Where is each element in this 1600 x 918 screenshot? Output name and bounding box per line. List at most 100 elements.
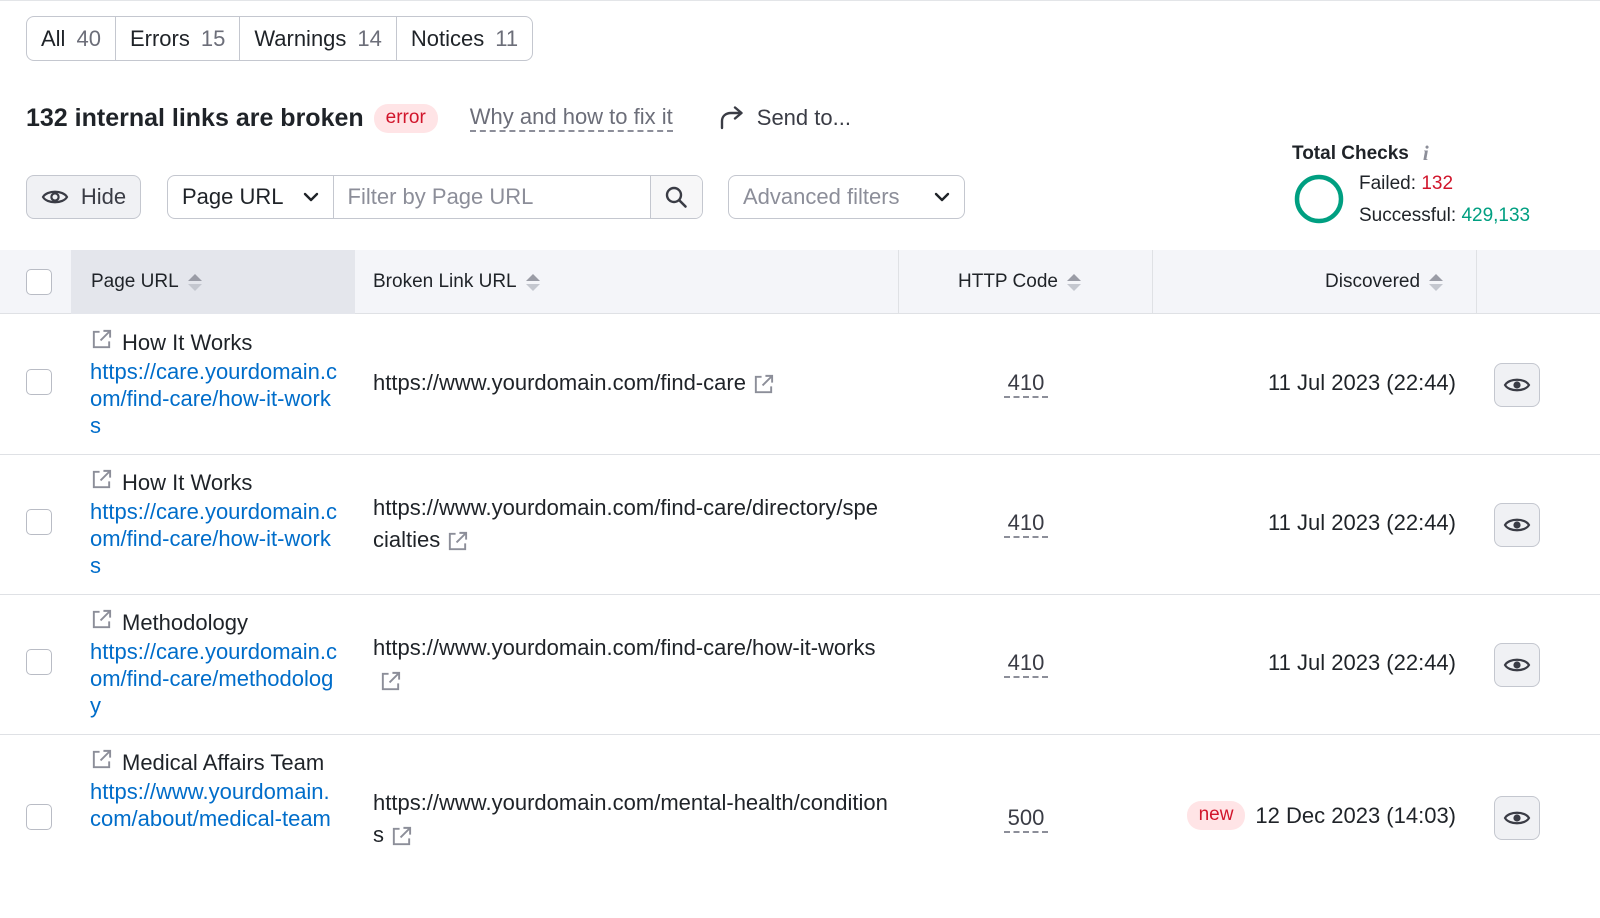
external-link-icon[interactable] xyxy=(90,748,113,771)
tab-all[interactable]: All 40 xyxy=(27,17,116,60)
sort-icon xyxy=(187,273,202,291)
successful-value[interactable]: 429,133 xyxy=(1461,205,1530,226)
tab-errors[interactable]: Errors 15 xyxy=(116,17,241,60)
issue-title: 132 internal links are broken xyxy=(26,103,364,132)
http-code[interactable]: 410 xyxy=(1004,370,1048,398)
broken-link-cell: https://www.yourdomain.com/find-care/dir… xyxy=(373,492,888,556)
discovered-cell: new 12 Dec 2023 (14:03) xyxy=(1186,801,1456,830)
page-url-filter: Page URL xyxy=(167,175,703,219)
chevron-down-icon xyxy=(934,192,950,202)
search-button[interactable] xyxy=(649,176,702,218)
failed-value[interactable]: 132 xyxy=(1421,173,1453,194)
top-divider xyxy=(0,0,1600,1)
page-url-link[interactable]: https://care.yourdomain.com/find-care/me… xyxy=(90,638,340,719)
sort-icon xyxy=(525,273,540,291)
tab-label: Warnings xyxy=(254,25,347,51)
new-badge: new xyxy=(1186,801,1246,830)
broken-link-url: https://www.yourdomain.com/mental-health… xyxy=(373,790,888,847)
page-title: How It Works xyxy=(90,327,340,358)
tab-label: All xyxy=(41,25,66,51)
http-code[interactable]: 500 xyxy=(1004,805,1048,833)
column-select-value: Page URL xyxy=(182,184,284,209)
page-url-link[interactable]: https://www.yourdomain.com/about/medical… xyxy=(90,778,340,832)
broken-link-cell: https://www.yourdomain.com/find-care/how… xyxy=(373,632,888,696)
broken-link-url: https://www.yourdomain.com/find-care/how… xyxy=(373,635,876,660)
eye-icon xyxy=(1503,518,1531,532)
search-icon xyxy=(666,186,688,208)
page-title: Medical Affairs Team xyxy=(90,747,340,778)
external-link-icon[interactable] xyxy=(379,670,402,693)
view-details-button[interactable] xyxy=(1494,796,1540,840)
external-link-icon[interactable] xyxy=(752,373,775,396)
discovered-date: 11 Jul 2023 (22:44) xyxy=(1268,650,1456,675)
send-to-label: Send to... xyxy=(756,105,851,130)
broken-link-cell: https://www.yourdomain.com/find-care xyxy=(373,367,888,399)
chevron-down-icon xyxy=(303,192,318,202)
select-all-checkbox[interactable] xyxy=(26,269,52,295)
external-link-icon[interactable] xyxy=(446,530,469,553)
hide-label: Hide xyxy=(80,184,127,209)
advanced-filters-dropdown[interactable]: Advanced filters xyxy=(728,175,965,219)
page-url-cell: How It Works https://care.yourdomain.com… xyxy=(90,467,340,579)
column-header-discovered[interactable]: Discovered xyxy=(1325,250,1444,314)
successful-label: Successful: xyxy=(1359,205,1457,226)
search-input[interactable] xyxy=(333,176,650,218)
column-title: Broken Link URL xyxy=(373,271,517,292)
broken-link-cell: https://www.yourdomain.com/mental-health… xyxy=(373,787,888,851)
external-link-icon[interactable] xyxy=(90,608,113,631)
column-header-page-url[interactable]: Page URL xyxy=(71,250,355,314)
table-header: Page URL Broken Link URL HTTP Code Disco… xyxy=(0,250,1600,314)
tab-count: 14 xyxy=(357,25,382,51)
page-title: Methodology xyxy=(90,607,340,638)
issue-header: 132 internal links are broken error Why … xyxy=(26,100,851,136)
eye-icon xyxy=(1503,378,1531,392)
hide-button[interactable]: Hide xyxy=(26,175,141,219)
page-url-cell: Methodology https://care.yourdomain.com/… xyxy=(90,607,340,719)
failed-label: Failed: xyxy=(1359,173,1417,194)
info-icon[interactable]: i xyxy=(1423,141,1429,166)
external-link-icon[interactable] xyxy=(90,328,113,351)
table-row: Medical Affairs Team https://www.yourdom… xyxy=(0,735,1600,918)
select-all-cell xyxy=(26,250,52,314)
tab-count: 40 xyxy=(76,25,101,51)
row-checkbox[interactable] xyxy=(26,804,52,830)
discovered-cell: 11 Jul 2023 (22:44) xyxy=(1268,650,1456,676)
external-link-icon[interactable] xyxy=(390,825,413,848)
discovered-date: 11 Jul 2023 (22:44) xyxy=(1268,510,1456,535)
column-title: HTTP Code xyxy=(958,271,1058,292)
sort-icon xyxy=(1429,273,1444,291)
column-header-broken-link-url[interactable]: Broken Link URL xyxy=(373,250,540,314)
why-fix-link[interactable]: Why and how to fix it xyxy=(469,104,673,132)
page-url-link[interactable]: https://care.yourdomain.com/find-care/ho… xyxy=(90,498,340,579)
error-badge: error xyxy=(373,103,438,133)
send-to-button[interactable]: Send to... xyxy=(719,105,851,131)
column-title: Discovered xyxy=(1325,271,1421,292)
tab-count: 15 xyxy=(200,25,226,51)
http-code[interactable]: 410 xyxy=(1004,510,1048,538)
discovered-date: 11 Jul 2023 (22:44) xyxy=(1268,370,1456,395)
tab-label: Notices xyxy=(410,25,485,51)
page-url-cell: How It Works https://care.yourdomain.com… xyxy=(90,327,340,439)
discovered-date: 12 Dec 2023 (14:03) xyxy=(1255,802,1456,828)
total-checks-label: Total Checks xyxy=(1292,142,1409,164)
view-details-button[interactable] xyxy=(1494,643,1540,687)
column-header-http-code[interactable]: HTTP Code xyxy=(958,250,1081,314)
tab-label: Errors xyxy=(129,25,190,51)
row-checkbox[interactable] xyxy=(26,649,52,675)
sort-icon xyxy=(1066,273,1081,291)
row-checkbox[interactable] xyxy=(26,509,52,535)
page-title-text: How It Works xyxy=(122,330,253,355)
page-title-text: Methodology xyxy=(122,610,248,635)
column-select[interactable]: Page URL xyxy=(168,176,334,218)
failed-checks: Failed: 132 xyxy=(1359,173,1453,195)
view-details-button[interactable] xyxy=(1494,503,1540,547)
tab-notices[interactable]: Notices 11 xyxy=(397,17,532,60)
external-link-icon[interactable] xyxy=(90,468,113,491)
row-checkbox[interactable] xyxy=(26,369,52,395)
tab-warnings[interactable]: Warnings 14 xyxy=(240,17,397,60)
issue-type-tabs: All 40 Errors 15 Warnings 14 Notices 11 xyxy=(26,16,534,61)
discovered-cell: 11 Jul 2023 (22:44) xyxy=(1268,370,1456,396)
view-details-button[interactable] xyxy=(1494,363,1540,407)
http-code[interactable]: 410 xyxy=(1004,650,1048,678)
page-url-link[interactable]: https://care.yourdomain.com/find-care/ho… xyxy=(90,358,340,439)
